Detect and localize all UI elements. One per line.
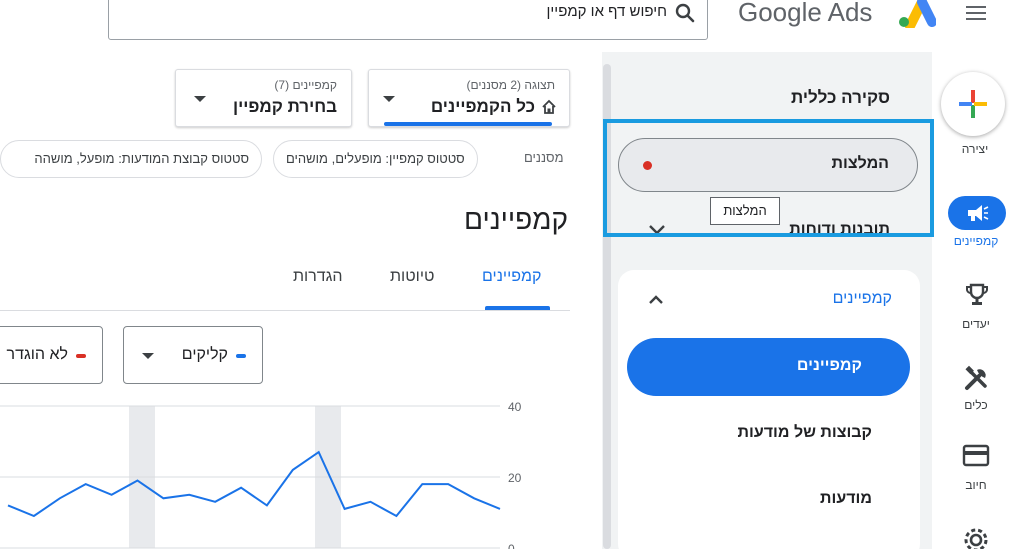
gear-icon[interactable] — [962, 526, 990, 549]
nav-campaigns-group-title[interactable]: קמפיינים — [833, 290, 892, 308]
filters-label: מסננים — [524, 150, 564, 165]
nav-item-campaigns-label: קמפיינים — [796, 357, 862, 374]
y-tick-label: 20 — [508, 471, 522, 485]
view-selector[interactable]: תצוגה (2 מסננים) כל הקמפיינים — [368, 69, 570, 127]
campaign-selector[interactable]: קמפיינים (7) בחירת קמפיין — [175, 69, 352, 127]
view-selector-value: כל הקמפיינים — [430, 97, 535, 116]
search-input[interactable]: חיפוש דף או קמפיין — [108, 0, 708, 40]
view-selector-caption: תצוגה (2 מסננים) — [466, 78, 555, 92]
performance-chart[interactable]: 40 20 0 — [0, 392, 540, 549]
dropdown-arrow-icon — [383, 96, 395, 102]
home-icon — [542, 99, 556, 114]
create-label: יצירה — [961, 142, 989, 156]
y-tick-label: 0 — [508, 542, 515, 549]
tab-settings[interactable]: הגדרות — [293, 268, 343, 286]
recommendations-tooltip: המלצות — [710, 197, 780, 225]
nav-campaigns-group — [618, 270, 920, 549]
google-ads-logo-icon — [899, 0, 936, 28]
tab-campaigns[interactable]: קמפיינים — [482, 268, 541, 286]
clicks-series-line — [7, 450, 501, 518]
chevron-up-icon[interactable] — [648, 293, 664, 305]
y-tick-label: 40 — [508, 400, 522, 414]
filter-chip-adgroup-status[interactable]: סטטוס קבוצת המודעות: מופעל, מושהה — [0, 140, 262, 178]
rail-campaigns-button[interactable] — [948, 196, 1006, 230]
credit-card-icon[interactable] — [962, 444, 990, 468]
trophy-icon[interactable] — [964, 282, 990, 308]
nav-overview[interactable]: סקירה כללית — [791, 88, 890, 108]
plus-icon — [959, 90, 987, 118]
menu-icon[interactable] — [964, 2, 988, 24]
tools-icon[interactable] — [963, 364, 991, 392]
rail-goals-label: יעדים — [962, 317, 990, 331]
filter-chip-campaign-status[interactable]: סטטוס קמפיין: מופעלים, מושהים — [273, 140, 478, 178]
campaign-selector-caption: קמפיינים (7) — [274, 78, 337, 92]
brand-name: Google Ads — [738, 0, 873, 27]
metric-selector-unset[interactable]: לא הוגדר — [0, 326, 103, 384]
campaign-selector-value: בחירת קמפיין — [232, 97, 337, 116]
metric-selector-clicks[interactable]: קליקים — [123, 326, 263, 384]
metric-clicks-label: קליקים — [181, 346, 228, 363]
series-color-blue — [236, 354, 246, 358]
dropdown-arrow-icon — [194, 96, 206, 102]
rail-billing-label: חיוב — [965, 478, 987, 492]
tab-drafts[interactable]: טיוטות — [390, 268, 434, 286]
top-bar: Google Ads חיפוש דף או קמפיין — [0, 0, 1024, 52]
metric-unset-label: לא הוגדר — [6, 346, 68, 363]
tab-active-indicator — [485, 306, 550, 310]
view-selector-active-indicator — [384, 122, 552, 126]
dropdown-arrow-icon — [142, 353, 154, 359]
rail-campaigns-label: קמפיינים — [953, 234, 999, 248]
nav-item-ads[interactable]: מודעות — [820, 490, 872, 508]
page-title: קמפיינים — [464, 204, 568, 235]
rail-tools-label: כלים — [964, 398, 988, 412]
series-color-red — [76, 354, 86, 358]
megaphone-icon — [968, 205, 989, 221]
search-placeholder: חיפוש דף או קמפיין — [546, 3, 667, 20]
nav-item-ad-groups[interactable]: קבוצות של מודעות — [738, 424, 872, 442]
nav-item-campaigns[interactable]: קמפיינים — [627, 338, 910, 396]
tabs-divider — [0, 310, 570, 311]
create-button[interactable] — [941, 72, 1005, 136]
search-icon — [675, 3, 695, 23]
